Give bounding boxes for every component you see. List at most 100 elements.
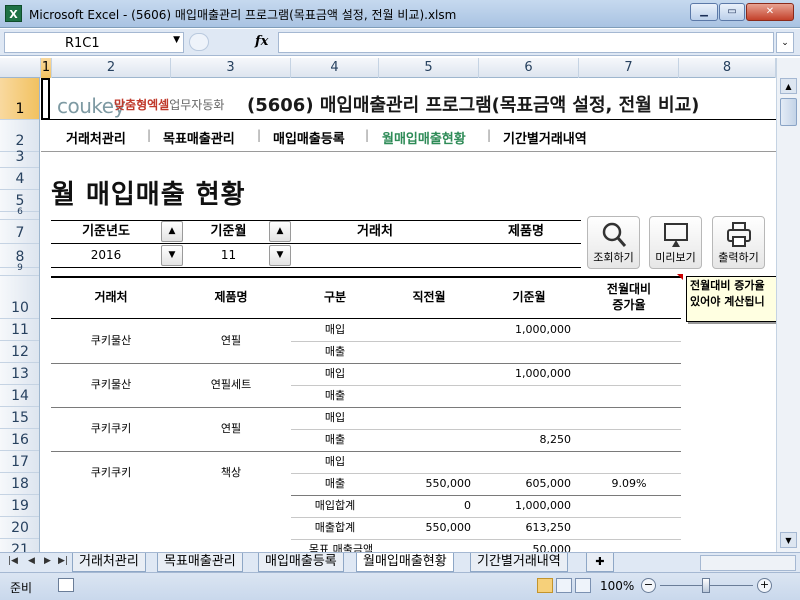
- select-all-corner[interactable]: [0, 58, 41, 78]
- cell-client[interactable]: 쿠키물산: [51, 330, 171, 352]
- column-header[interactable]: 8: [679, 58, 776, 78]
- cell-base[interactable]: 8,250: [479, 429, 572, 451]
- zoom-in-button[interactable]: +: [757, 578, 772, 593]
- zoom-out-button[interactable]: −: [641, 578, 656, 593]
- last-sheet-icon[interactable]: ▶|: [58, 556, 68, 566]
- scroll-thumb[interactable]: [780, 98, 797, 126]
- cell-type[interactable]: 매출: [291, 341, 379, 363]
- column-header[interactable]: 1: [41, 58, 52, 78]
- column-header[interactable]: 3: [171, 58, 291, 78]
- cell-product[interactable]: 연필: [171, 330, 291, 352]
- row-header[interactable]: 11: [0, 319, 39, 341]
- row-header[interactable]: 2: [0, 120, 39, 152]
- formula-expand-button[interactable]: ⌄: [776, 32, 794, 53]
- worksheet[interactable]: coukey 맞춤형엑셀업무자동화 (5606) 매입매출관리 프로그램(목표금…: [41, 78, 776, 552]
- cell-type[interactable]: 매입: [291, 407, 379, 429]
- zoom-slider-thumb[interactable]: [702, 578, 710, 593]
- active-cell[interactable]: [41, 78, 50, 120]
- nav-item-monthly-status[interactable]: 월매입매출현황: [382, 128, 466, 147]
- cell-total-base[interactable]: 50,000: [479, 539, 572, 552]
- column-header[interactable]: 6: [479, 58, 579, 78]
- nav-item-period-history[interactable]: 기간별거래내역: [503, 128, 587, 147]
- row-header[interactable]: 12: [0, 341, 39, 363]
- cell-type[interactable]: 매입: [291, 319, 379, 341]
- prev-sheet-icon[interactable]: ◀: [28, 556, 35, 566]
- horizontal-scrollbar[interactable]: [700, 555, 796, 571]
- cell-total-type[interactable]: 목표 매출금액: [291, 539, 391, 552]
- nav-item-clients[interactable]: 거래처관리: [66, 128, 126, 147]
- nav-item-sales-target[interactable]: 목표매출관리: [163, 128, 235, 147]
- normal-view-icon[interactable]: [537, 578, 553, 593]
- cell-product[interactable]: 연필: [171, 418, 291, 440]
- row-header[interactable]: 21: [0, 539, 39, 552]
- formula-input[interactable]: [278, 32, 774, 53]
- name-box[interactable]: R1C1 ▼: [4, 32, 184, 53]
- row-header[interactable]: 16: [0, 429, 39, 451]
- cell-client[interactable]: 쿠키물산: [51, 374, 171, 396]
- insert-function-icon[interactable]: fx: [255, 34, 268, 49]
- minimize-button[interactable]: ▁: [690, 3, 718, 21]
- row-header[interactable]: 19: [0, 495, 39, 517]
- sheet-tab[interactable]: 매입매출등록: [258, 553, 344, 572]
- month-value[interactable]: 11: [186, 244, 271, 267]
- sheet-tab-active[interactable]: 월매입매출현황: [356, 553, 454, 572]
- zoom-level[interactable]: 100%: [600, 579, 634, 593]
- cell-type[interactable]: 매입: [291, 451, 379, 473]
- comment-indicator[interactable]: [677, 274, 683, 280]
- nav-item-transaction-entry[interactable]: 매입매출등록: [273, 128, 345, 147]
- preview-button[interactable]: 미리보기: [649, 216, 702, 269]
- row-header[interactable]: 13: [0, 363, 39, 385]
- scroll-down-icon[interactable]: ▼: [780, 532, 797, 548]
- cell-client[interactable]: 쿠키쿠키: [51, 462, 171, 484]
- cell-type[interactable]: 매입: [291, 363, 379, 385]
- year-down-button[interactable]: ▼: [161, 245, 183, 266]
- month-down-button[interactable]: ▼: [269, 245, 291, 266]
- cell-type[interactable]: 매출: [291, 385, 379, 407]
- client-field[interactable]: [295, 244, 455, 267]
- row-header[interactable]: 14: [0, 385, 39, 407]
- close-button[interactable]: ✕: [746, 3, 794, 21]
- row-header[interactable]: 1: [0, 78, 39, 120]
- chevron-down-icon[interactable]: ▼: [173, 35, 180, 45]
- cell-growth[interactable]: 9.09%: [579, 473, 679, 495]
- row-header[interactable]: 17: [0, 451, 39, 473]
- cell-total-type[interactable]: 매출합계: [291, 517, 379, 539]
- cell-type[interactable]: 매출: [291, 473, 379, 495]
- row-header[interactable]: 20: [0, 517, 39, 539]
- sheet-tab[interactable]: 목표매출관리: [157, 553, 243, 572]
- row-header[interactable]: 4: [0, 168, 39, 190]
- product-field[interactable]: [471, 244, 581, 267]
- sheet-tab[interactable]: 기간별거래내역: [470, 553, 568, 572]
- cell-type[interactable]: 매출: [291, 429, 379, 451]
- cell-base[interactable]: 1,000,000: [479, 363, 571, 385]
- maximize-button[interactable]: ▭: [719, 3, 745, 21]
- cell-client[interactable]: 쿠키쿠키: [51, 418, 171, 440]
- cell-prev[interactable]: 550,000: [379, 473, 472, 495]
- column-header[interactable]: 2: [52, 58, 171, 78]
- row-header[interactable]: 18: [0, 473, 39, 495]
- page-break-view-icon[interactable]: [575, 578, 591, 593]
- page-layout-view-icon[interactable]: [556, 578, 572, 593]
- year-value[interactable]: 2016: [51, 244, 161, 267]
- row-header[interactable]: 9: [0, 263, 39, 276]
- cell-product[interactable]: 책상: [171, 462, 291, 484]
- first-sheet-icon[interactable]: |◀: [8, 556, 18, 566]
- column-header[interactable]: 4: [291, 58, 379, 78]
- cell-product[interactable]: 연필세트: [171, 374, 291, 396]
- cell-total-base[interactable]: 1,000,000: [479, 495, 571, 517]
- cell-base[interactable]: 1,000,000: [479, 319, 571, 341]
- row-header[interactable]: 7: [0, 220, 39, 244]
- cell-base[interactable]: 605,000: [479, 473, 572, 495]
- search-button[interactable]: 조회하기: [587, 216, 640, 269]
- insert-sheet-icon[interactable]: ✚: [586, 553, 614, 572]
- cell-total-prev[interactable]: 550,000: [379, 517, 472, 539]
- print-button[interactable]: 출력하기: [712, 216, 765, 269]
- column-header[interactable]: 5: [379, 58, 479, 78]
- row-header[interactable]: 3: [0, 149, 39, 168]
- sheet-tab[interactable]: 거래처관리: [72, 553, 146, 572]
- excel-app-icon[interactable]: X: [5, 5, 22, 22]
- column-header[interactable]: 7: [579, 58, 679, 78]
- month-up-button[interactable]: ▲: [269, 221, 291, 242]
- year-up-button[interactable]: ▲: [161, 221, 183, 242]
- cell-total-base[interactable]: 613,250: [479, 517, 572, 539]
